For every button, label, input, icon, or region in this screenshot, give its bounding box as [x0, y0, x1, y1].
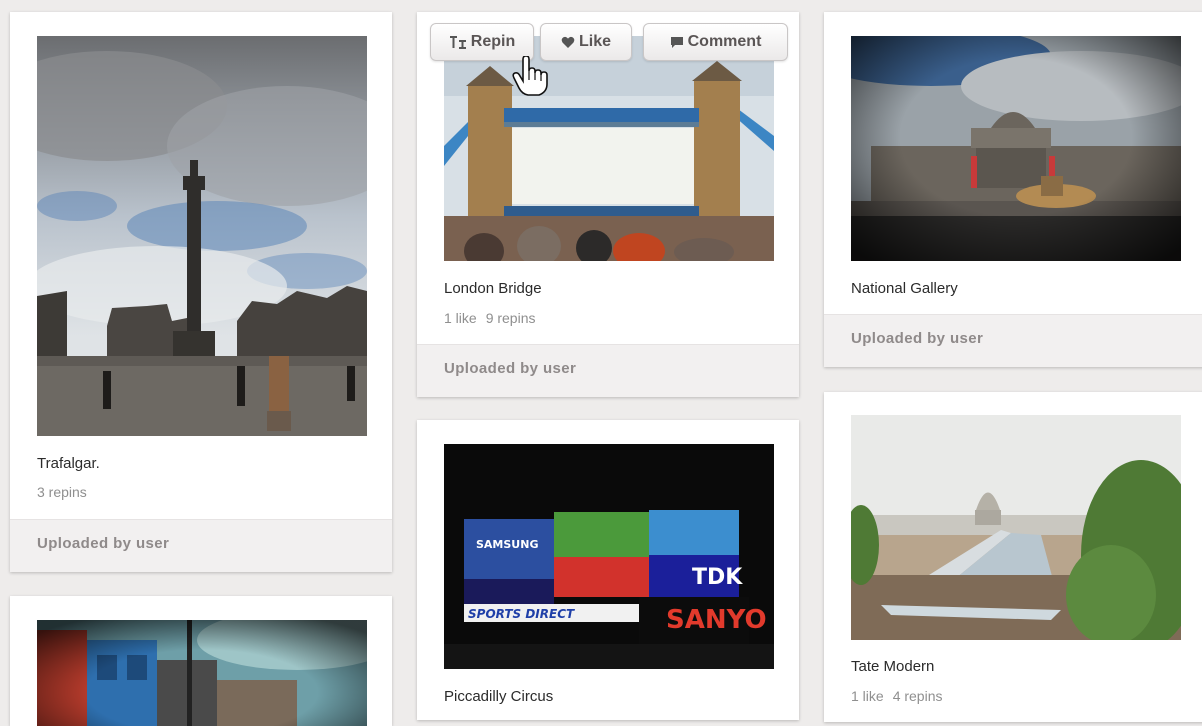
- pin-card-piccadilly[interactable]: SAMSUNG TDK SANYO SPORTS DIRECT Piccadil…: [417, 420, 799, 720]
- pin-title[interactable]: Tate Modern: [851, 658, 934, 675]
- pin-title[interactable]: Trafalgar.: [37, 455, 100, 472]
- pin-card-camden[interactable]: [10, 596, 392, 726]
- pin-image-piccadilly[interactable]: SAMSUNG TDK SANYO SPORTS DIRECT: [444, 444, 774, 669]
- pin-card-trafalgar[interactable]: Trafalgar. 3 repins Uploaded by user: [10, 12, 392, 572]
- comment-icon: [670, 36, 684, 49]
- uploaded-by-label: Uploaded by user: [37, 535, 170, 552]
- pin-footer: Uploaded by user: [10, 519, 392, 572]
- like-count[interactable]: 1 like: [851, 688, 884, 704]
- like-label: Like: [578, 33, 611, 50]
- pin-card-tate-modern[interactable]: Tate Modern 1 like 4 repins: [824, 392, 1202, 722]
- uploaded-by-label: Uploaded by user: [444, 360, 577, 377]
- pin-title[interactable]: London Bridge: [444, 280, 542, 297]
- pin-stats: 3 repins: [37, 484, 87, 500]
- pin-image-national-gallery[interactable]: [851, 36, 1181, 261]
- pin-card-national-gallery[interactable]: National Gallery Uploaded by user: [824, 12, 1202, 367]
- pin-image-london-bridge[interactable]: [444, 36, 774, 261]
- sign-sanyo: SANYO: [666, 605, 767, 635]
- sign-tdk: TDK: [692, 565, 743, 590]
- like-count[interactable]: 1 like: [444, 310, 477, 326]
- comment-button[interactable]: Comment: [643, 23, 788, 61]
- repin-count[interactable]: 3 repins: [37, 484, 87, 500]
- comment-label: Comment: [687, 33, 762, 50]
- repin-icon: [449, 35, 467, 49]
- like-button[interactable]: Like: [540, 23, 632, 61]
- pin-stats: 1 like 9 repins: [444, 310, 536, 326]
- uploaded-by-label: Uploaded by user: [851, 330, 984, 347]
- sign-sports-direct: SPORTS DIRECT: [468, 607, 575, 621]
- hand-cursor-icon: [512, 56, 548, 96]
- heart-icon: [561, 36, 575, 49]
- pin-title[interactable]: Piccadilly Circus: [444, 688, 553, 705]
- repin-label: Repin: [470, 33, 516, 50]
- repin-count[interactable]: 9 repins: [486, 310, 536, 326]
- pin-title[interactable]: National Gallery: [851, 280, 958, 297]
- pin-stats: 1 like 4 repins: [851, 688, 943, 704]
- pin-image-trafalgar[interactable]: [37, 36, 367, 436]
- pin-footer: Uploaded by user: [824, 314, 1202, 367]
- repin-count[interactable]: 4 repins: [893, 688, 943, 704]
- pin-card-london-bridge[interactable]: London Bridge 1 like 9 repins Uploaded by…: [417, 12, 799, 397]
- sign-samsung: SAMSUNG: [476, 538, 538, 551]
- pin-footer: Uploaded by user: [417, 344, 799, 397]
- pin-image-camden[interactable]: [37, 620, 367, 726]
- pin-image-tate-modern[interactable]: [851, 415, 1181, 640]
